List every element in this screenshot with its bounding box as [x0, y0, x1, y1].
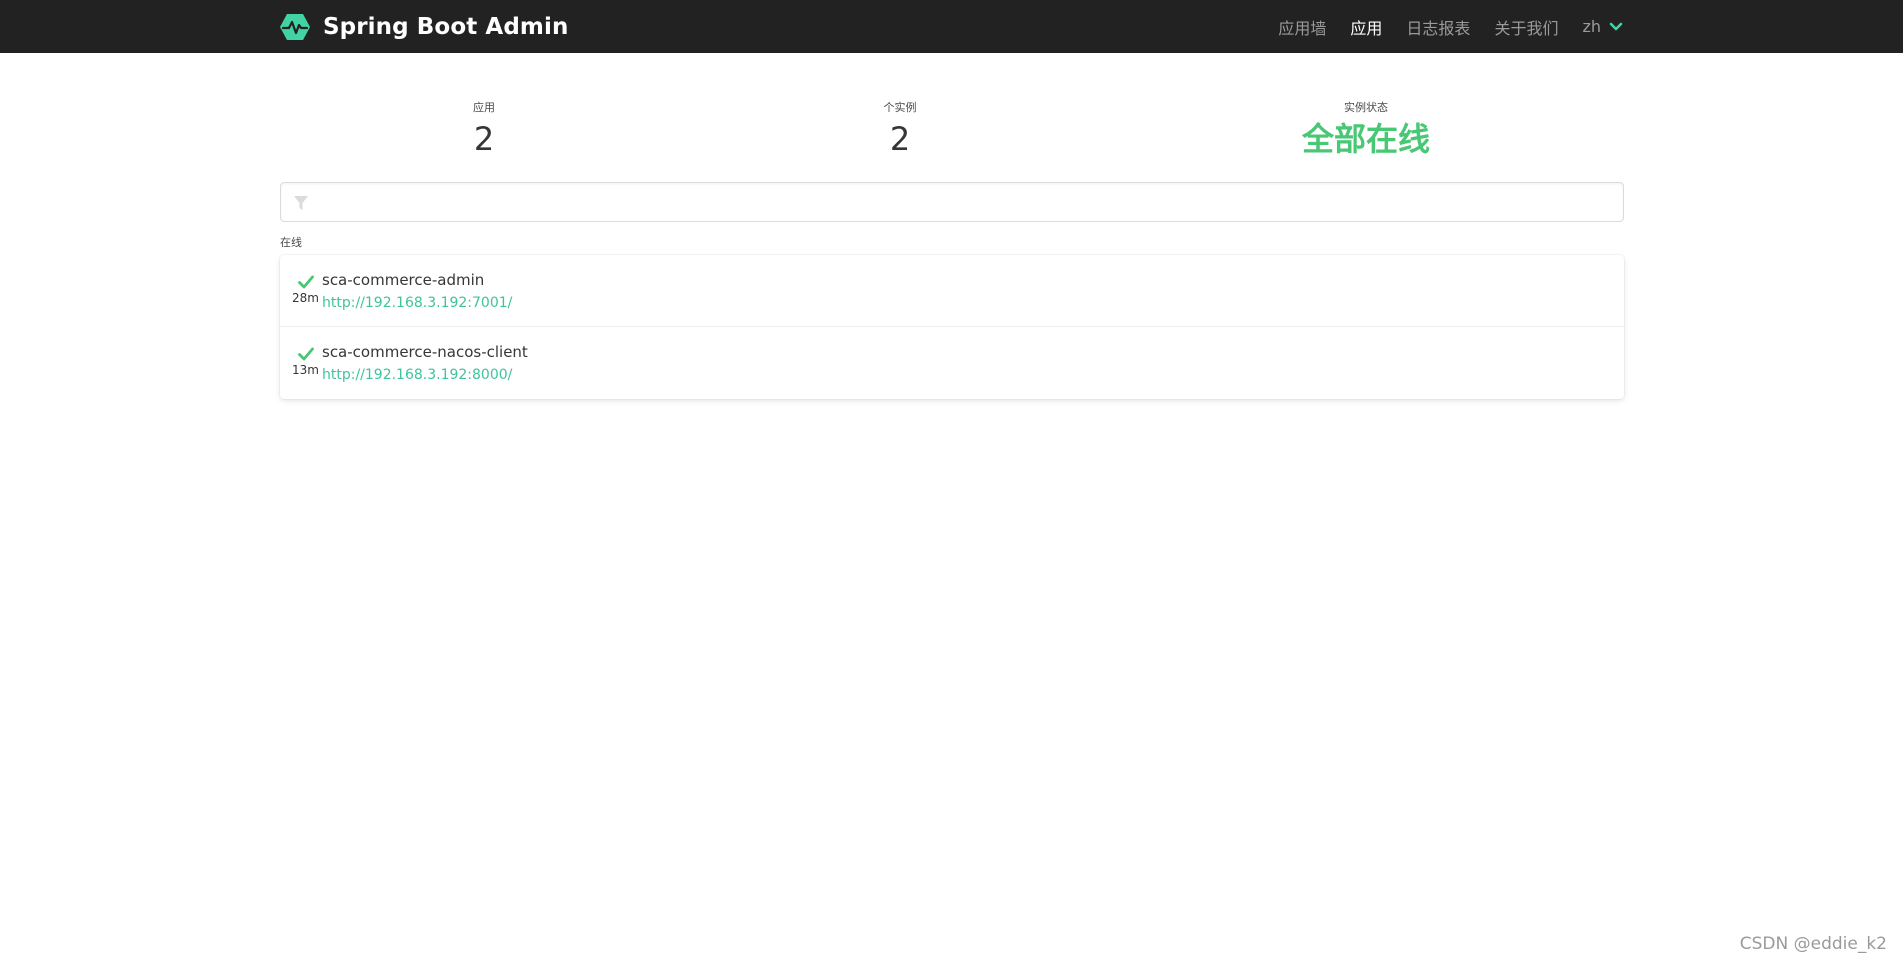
check-icon — [298, 347, 314, 361]
stat-instance-status-value: 全部在线 — [1301, 120, 1431, 158]
application-url-link[interactable]: http://192.168.3.192:7001/ — [322, 295, 512, 311]
watermark: CSDN @eddie_k2 — [1739, 934, 1887, 954]
stat-instance-status-label: 实例状态 — [1343, 101, 1388, 114]
application-name: sca-commerce-admin — [322, 271, 485, 289]
stat-applications-value: 2 — [473, 120, 495, 158]
chevron-down-icon — [1609, 22, 1623, 30]
brand-title: Spring Boot Admin — [323, 13, 569, 40]
filter-input[interactable] — [321, 183, 1611, 221]
application-uptime: 13m — [292, 363, 319, 377]
nav-item-wallboard[interactable]: 应用墙 — [1278, 15, 1326, 39]
nav-item-journal[interactable]: 日志报表 — [1406, 15, 1470, 39]
navbar: Spring Boot Admin 应用墙 应用 日志报表 关于我们 zh — [0, 0, 1903, 53]
language-label: zh — [1582, 17, 1601, 36]
filter-box — [280, 182, 1624, 222]
application-name: sca-commerce-nacos-client — [322, 343, 528, 361]
nav-menu: 应用墙 应用 日志报表 关于我们 zh — [1254, 0, 1623, 53]
application-url-link[interactable]: http://192.168.3.192:8000/ — [322, 367, 512, 383]
application-row[interactable]: 28m sca-commerce-admin http://192.168.3.… — [280, 255, 1624, 327]
language-dropdown[interactable]: zh — [1582, 17, 1623, 36]
filter-icon — [294, 196, 308, 210]
stats-summary: 应用 2 个实例 2 实例状态 全部在线 — [280, 96, 1624, 166]
nav-item-applications[interactable]: 应用 — [1350, 15, 1382, 39]
brand-link[interactable]: Spring Boot Admin — [279, 0, 568, 53]
group-label-up: 在线 — [280, 236, 302, 249]
stat-instance-status: 实例状态 全部在线 — [1302, 96, 1430, 158]
nav-item-about[interactable]: 关于我们 — [1494, 15, 1558, 39]
check-icon — [298, 275, 314, 289]
stat-applications: 应用 2 — [473, 96, 495, 158]
application-list: 28m sca-commerce-admin http://192.168.3.… — [280, 255, 1624, 399]
stat-instances-label: 个实例 — [883, 101, 917, 114]
application-uptime: 28m — [292, 291, 319, 305]
stat-applications-label: 应用 — [473, 101, 495, 114]
stat-instances: 个实例 2 — [884, 96, 917, 158]
application-row[interactable]: 13m sca-commerce-nacos-client http://192… — [280, 327, 1624, 399]
heartbeat-hexagon-icon — [280, 13, 310, 40]
stat-instances-value: 2 — [889, 120, 911, 158]
